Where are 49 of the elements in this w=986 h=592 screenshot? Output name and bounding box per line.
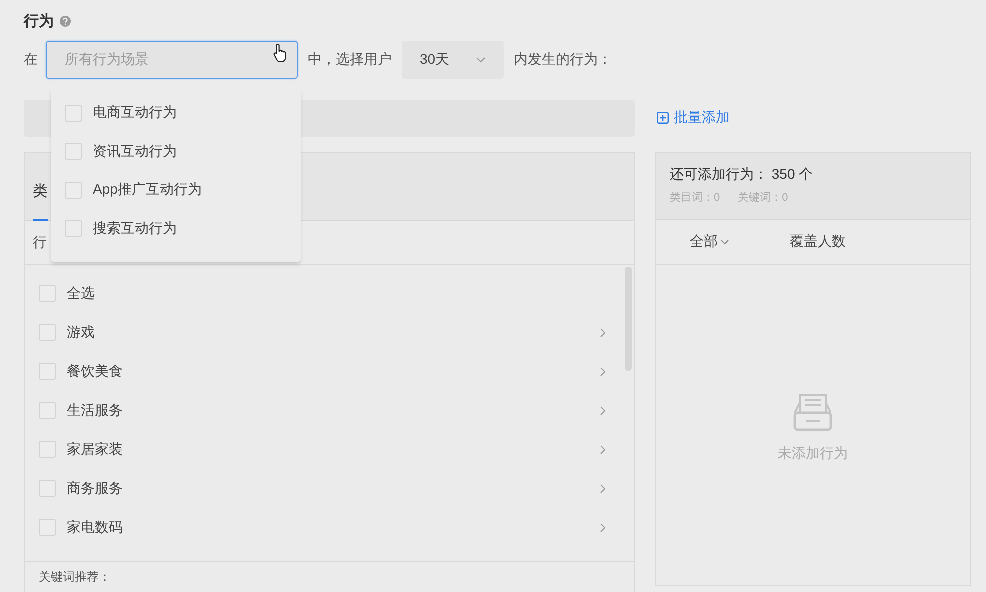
help-icon[interactable] [60, 16, 71, 26]
inbox-icon [792, 391, 834, 433]
checkbox[interactable] [65, 182, 82, 199]
category-item[interactable]: 家居家装 [25, 430, 634, 469]
chevron-down-icon [476, 57, 486, 63]
section-title: 行为 [24, 12, 54, 30]
scene-option[interactable]: App推广互动行为 [51, 171, 301, 210]
checkbox[interactable] [39, 441, 56, 458]
remaining-count: 还可添加行为： 350 个 [670, 166, 814, 184]
scene-option[interactable]: 资讯互动行为 [51, 132, 301, 171]
checkbox[interactable] [65, 220, 82, 238]
filter-label: 中，选择用户 [308, 51, 392, 69]
chevron-down-icon [721, 240, 729, 244]
scene-option[interactable]: 搜索互动行为 [51, 210, 301, 248]
batch-add-link[interactable]: 批量添加 [657, 109, 730, 127]
panel-tab[interactable]: 类 [33, 182, 48, 221]
checkbox[interactable] [65, 104, 82, 122]
checkbox[interactable] [39, 285, 56, 302]
keyword-count: 关键词：0 [738, 190, 788, 205]
chevron-right-icon [600, 444, 606, 454]
category-item[interactable]: 餐饮美食 [25, 352, 634, 391]
category-item[interactable]: 生活服务 [25, 391, 634, 430]
chevron-right-icon [600, 522, 606, 532]
checkbox[interactable] [39, 480, 56, 497]
category-item[interactable]: 商务服务 [25, 469, 634, 508]
checkbox[interactable] [39, 402, 56, 419]
scene-option[interactable]: 电商互动行为 [51, 94, 301, 132]
column-header[interactable]: 覆盖人数 [790, 233, 846, 251]
checkbox[interactable] [39, 519, 56, 536]
chevron-right-icon [600, 484, 606, 494]
keyword-suggestion-label: 关键词推荐： [39, 568, 111, 586]
empty-message: 未添加行为 [778, 445, 848, 463]
category-item[interactable]: 全选 [25, 274, 634, 313]
chevron-right-icon [600, 366, 606, 376]
add-square-icon [657, 112, 669, 124]
category-item[interactable]: 游戏 [25, 313, 634, 352]
filter-label: 在 [24, 51, 38, 69]
period-select[interactable]: 30天 [402, 41, 504, 79]
category-word-count: 类目词：0 [670, 191, 720, 205]
checkbox[interactable] [39, 363, 56, 380]
column-header[interactable]: 全部 [690, 233, 790, 251]
filter-label: 内发生的行为： [514, 51, 612, 69]
chevron-right-icon [600, 406, 606, 416]
hand-cursor-icon [273, 43, 289, 63]
checkbox[interactable] [65, 143, 82, 160]
column-header: 行 [33, 234, 47, 252]
chevron-right-icon [600, 328, 606, 338]
checkbox[interactable] [39, 324, 56, 341]
category-item[interactable]: 家电数码 [25, 508, 634, 547]
